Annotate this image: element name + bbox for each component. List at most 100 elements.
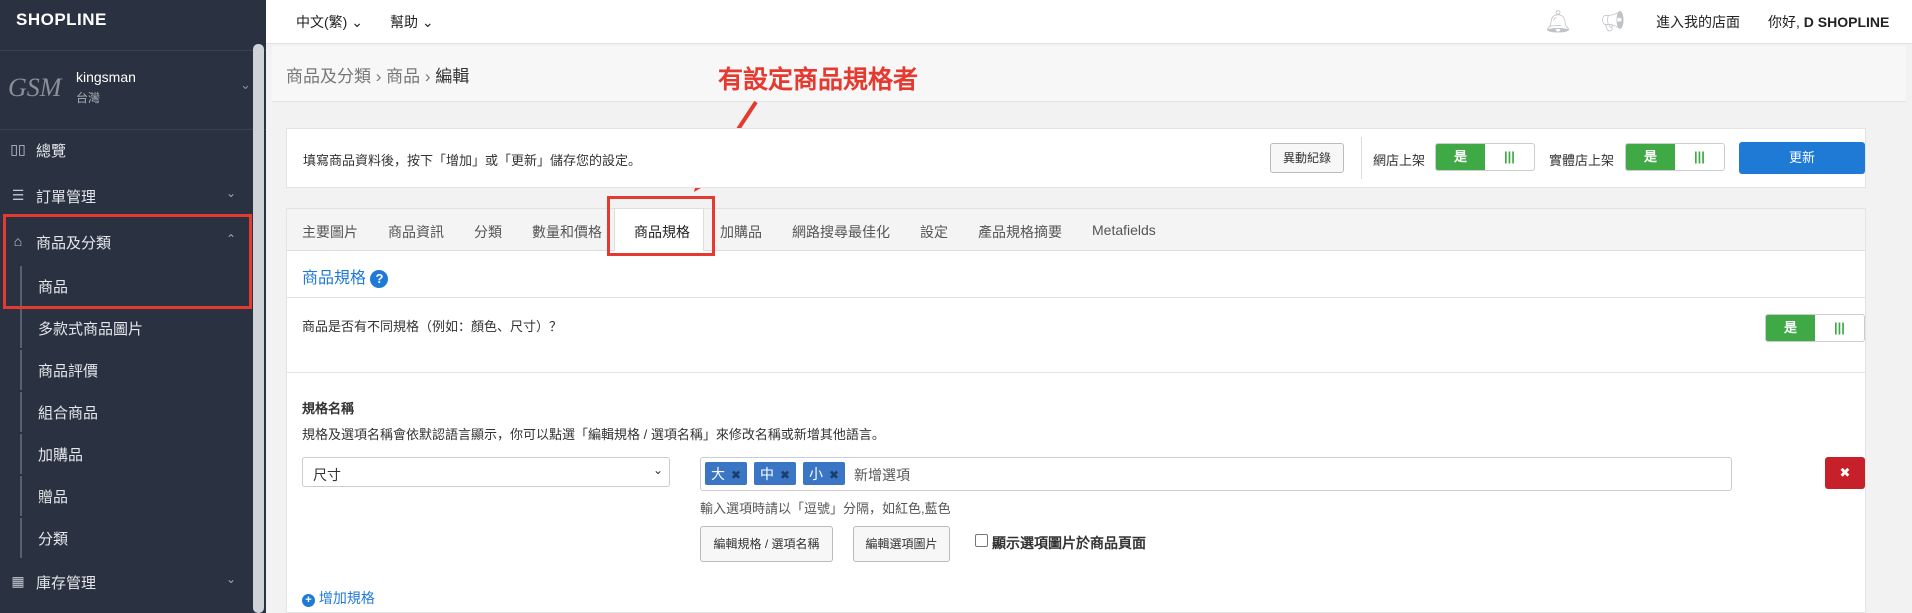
add-variant-label: 增加規格 xyxy=(318,590,375,606)
history-button[interactable]: 異動紀錄 xyxy=(1270,143,1344,173)
help-label: 幫助 xyxy=(390,14,418,30)
divider xyxy=(287,297,1865,298)
sidebar-subitem-gifts[interactable]: 贈品 xyxy=(20,476,252,516)
update-button[interactable]: 更新 xyxy=(1739,142,1865,174)
user-menu[interactable]: 你好, D SHOPLINE xyxy=(1768,12,1889,32)
sidebar-subitem-categories[interactable]: 分類 xyxy=(20,518,252,558)
store-switcher[interactable]: GSM kingsman 台灣 ⌄ xyxy=(0,50,266,130)
edit-variant-names-button[interactable]: 編輯規格 / 選項名稱 xyxy=(700,526,833,562)
show-images-checkbox[interactable] xyxy=(975,534,988,547)
language-dropdown[interactable]: 中文(繁) ⌄ xyxy=(296,12,363,32)
store-logo: GSM xyxy=(8,73,62,102)
tab-product-info[interactable]: 商品資訊 xyxy=(388,222,444,242)
spec-description: 規格及選項名稱會依默認語言顯示，你可以點選「編輯規格 / 選項名稱」來修改名稱或… xyxy=(302,427,885,442)
divider xyxy=(287,372,1865,373)
tab-seo[interactable]: 網路搜尋最佳化 xyxy=(792,222,890,242)
annotation-label: 有設定商品規格者 xyxy=(718,66,919,94)
remove-icon[interactable]: ✖ xyxy=(780,468,790,482)
sidebar-item-overview[interactable]: ▯▯ 總覽 xyxy=(0,130,252,170)
info-text: 填寫商品資料後，按下「增加」或「更新」儲存您的設定。 xyxy=(303,153,642,168)
sidebar-subitem-reviews[interactable]: 商品評價 xyxy=(20,350,252,390)
orders-icon: ☰ xyxy=(11,187,25,203)
remove-variant-button[interactable]: ✖ xyxy=(1825,457,1865,489)
dashboard-icon: ▯▯ xyxy=(10,141,26,157)
option-tag[interactable]: 中 ✖ xyxy=(754,462,797,485)
tab-addons[interactable]: 加購品 xyxy=(720,222,762,242)
has-variants-question: 商品是否有不同規格（例如：顏色、尺寸）？ xyxy=(302,319,563,334)
spec-type-select[interactable]: 尺寸 ⌄ xyxy=(302,457,670,487)
new-option-placeholder[interactable]: 新增選項 xyxy=(854,465,910,485)
tab-settings[interactable]: 設定 xyxy=(920,222,948,242)
breadcrumb-bar xyxy=(272,46,1906,102)
breadcrumb-current: 編輯 xyxy=(435,67,470,86)
chevron-down-icon: ⌄ xyxy=(226,572,237,586)
toggle-yes: 是 xyxy=(1626,144,1675,170)
sidebar-subitem-label: 分類 xyxy=(38,531,69,548)
visit-store-link[interactable]: 進入我的店面 xyxy=(1656,12,1740,32)
sidebar-subitem-label: 組合商品 xyxy=(38,405,99,422)
options-hint: 輸入選項時請以「逗號」分隔，如紅色,藍色 xyxy=(700,501,951,516)
toggle-yes: 是 xyxy=(1436,144,1485,170)
option-tag-label: 中 xyxy=(760,466,774,482)
sidebar-item-inventory[interactable]: ▦ 庫存管理 ⌄ xyxy=(0,562,252,602)
breadcrumb-products[interactable]: 商品 xyxy=(386,67,420,86)
online-store-toggle[interactable]: 是 ||| xyxy=(1435,143,1535,171)
sidebar-subitem-bundles[interactable]: 組合商品 xyxy=(20,392,252,432)
sidebar-subitem-label: 多款式商品圖片 xyxy=(38,321,144,338)
info-panel: 填寫商品資料後，按下「增加」或「更新」儲存您的設定。 異動紀錄 網店上架 是 ||… xyxy=(286,128,1866,188)
breadcrumb: 商品及分類 › 商品 › 編輯 xyxy=(286,67,470,86)
shopline-logo[interactable]: SHOPLINE xyxy=(16,10,107,30)
tab-quantity-price[interactable]: 數量和價格 xyxy=(532,222,602,242)
sidebar-scrollbar[interactable] xyxy=(253,44,264,613)
tab-categories[interactable]: 分類 xyxy=(474,222,502,242)
sidebar-subitem-label: 商品評價 xyxy=(38,363,99,380)
remove-icon[interactable]: ✖ xyxy=(829,468,839,482)
language-label: 中文(繁) xyxy=(296,14,348,30)
breadcrumb-products-categories[interactable]: 商品及分類 xyxy=(286,67,371,86)
divider xyxy=(1361,137,1362,179)
tab-bar xyxy=(287,209,1865,251)
add-variant-link[interactable]: + 增加規格 xyxy=(302,588,375,608)
sidebar-subitem-label: 贈品 xyxy=(38,489,69,506)
edit-option-images-button[interactable]: 編輯選項圖片 xyxy=(853,526,950,562)
chevron-down-icon: ⌄ xyxy=(653,463,664,477)
toggle-handle-icon: ||| xyxy=(1694,149,1705,164)
tab-spec-summary[interactable]: 產品規格摘要 xyxy=(978,222,1062,242)
show-images-label: 顯示選項圖片於商品頁面 xyxy=(992,535,1146,551)
help-dropdown[interactable]: 幫助 ⌄ xyxy=(390,12,434,32)
option-tag[interactable]: 小 ✖ xyxy=(803,462,846,485)
retail-store-toggle[interactable]: 是 ||| xyxy=(1625,143,1725,171)
help-icon[interactable]: ? xyxy=(370,270,389,288)
sidebar-item-label: 總覽 xyxy=(36,143,67,160)
spec-name-title: 規格名稱 xyxy=(302,401,355,416)
sidebar-item-orders[interactable]: ☰ 訂單管理 ⌄ xyxy=(0,176,252,216)
variants-title-text: 商品規格 xyxy=(302,270,367,287)
sidebar-subitem-label: 加購品 xyxy=(38,447,84,464)
option-tag-label: 大 xyxy=(711,466,725,482)
megaphone-icon[interactable]: 📢︎ xyxy=(1600,9,1625,34)
sidebar-subitem-multi-images[interactable]: 多款式商品圖片 xyxy=(20,308,252,348)
sidebar-highlight-box xyxy=(3,214,252,309)
variants-title: 商品規格 ? xyxy=(302,264,389,288)
sidebar-item-label: 訂單管理 xyxy=(36,189,97,206)
remove-icon[interactable]: ✖ xyxy=(731,468,741,482)
online-store-label: 網店上架 xyxy=(1373,153,1426,168)
sidebar: SHOPLINE GSM kingsman 台灣 ⌄ ▯▯ 總覽 ☰ 訂單管理 … xyxy=(0,0,266,613)
bell-icon[interactable]: 🔔︎ xyxy=(1544,9,1572,35)
store-name: kingsman xyxy=(76,69,136,85)
sidebar-item-label: 庫存管理 xyxy=(36,575,97,592)
sidebar-subitem-addons[interactable]: 加購品 xyxy=(20,434,252,474)
option-tag-label: 小 xyxy=(809,466,823,482)
top-bar: 中文(繁) ⌄ 幫助 ⌄ 🔔︎ 📢︎ 進入我的店面 你好, D SHOPLINE xyxy=(266,0,1912,44)
store-region: 台灣 xyxy=(76,91,101,105)
inventory-icon: ▦ xyxy=(11,573,25,589)
tab-highlight-box xyxy=(607,196,715,256)
tab-metafields[interactable]: Metafields xyxy=(1092,222,1156,238)
toggle-handle-icon: ||| xyxy=(1834,320,1845,335)
toggle-handle-icon: ||| xyxy=(1504,149,1515,164)
tab-main-images[interactable]: 主要圖片 xyxy=(302,222,358,242)
chevron-down-icon: ⌄ xyxy=(226,186,237,200)
option-tag[interactable]: 大 ✖ xyxy=(705,462,748,485)
spec-type-value: 尺寸 xyxy=(313,467,341,483)
has-variants-toggle[interactable]: 是 ||| xyxy=(1765,314,1865,342)
